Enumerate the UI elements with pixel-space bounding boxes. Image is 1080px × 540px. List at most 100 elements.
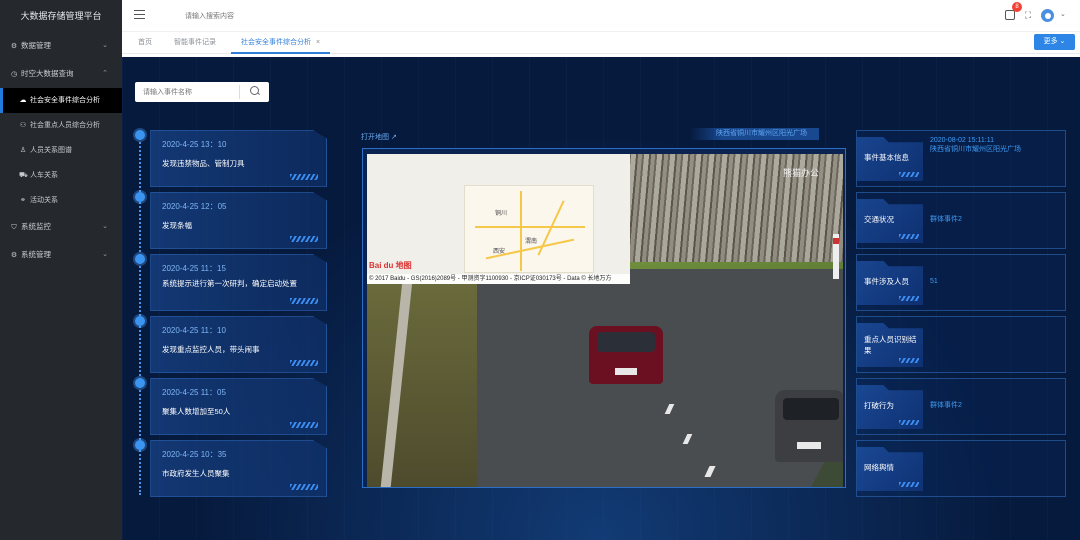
decor-stripes (290, 236, 318, 242)
sidebar: 大数据存储管理平台 ⚙ 数据管理 ⌄ ◷ 时空大数据查询 ⌃ ☁ 社会安全事件综合分析… (0, 0, 122, 540)
main-panel: 2020-4-25 13：10 发现违禁物品、管制刀具 2020-4-25 12… (122, 57, 1080, 540)
info-value: 群体事件2 (930, 216, 962, 223)
info-title: 事件基本信息 (864, 153, 909, 162)
sidebar-item-data-management[interactable]: ⚙ 数据管理 ⌄ (0, 32, 122, 60)
timeline-time: 2020-4-25 11：10 (162, 326, 226, 335)
more-button[interactable]: 更多 ⌄ (1034, 34, 1075, 50)
info-card-persons: 事件涉及人员 51 (856, 254, 1066, 311)
map-label: 西安 (493, 249, 506, 255)
decor-stripes (899, 296, 919, 301)
chevron-up-icon: ⌃ (102, 70, 108, 77)
sidebar-item-label: 时空大数据查询 (21, 69, 74, 78)
tab-event-records[interactable]: 智能事件记录 (174, 32, 216, 54)
sidebar-subitem-person-vehicle[interactable]: ⛟ 人车关系 (0, 163, 122, 188)
timeline-desc: 市政府发生人员聚集 (162, 469, 230, 478)
tab-security-event-analysis[interactable]: 社会安全事件综合分析 × (231, 32, 331, 54)
open-map-link[interactable]: 打开地图 ↗ (361, 132, 397, 142)
map-overlay[interactable]: 铜川 西安 渭南 Bai du 地图 © 2017 Baidu - GS(201… (367, 154, 630, 284)
gear-icon: ⚙ (10, 252, 18, 259)
info-title: 事件涉及人员 (864, 277, 909, 286)
tab-label: 社会安全事件综合分析 (241, 39, 311, 46)
decor-stripes (899, 358, 919, 363)
global-search-input[interactable] (185, 9, 365, 23)
info-title: 交通状况 (864, 215, 894, 224)
vehicle-grey (775, 390, 843, 462)
map-copyright: © 2017 Baidu - GS(2016)2089号 - 甲测资字11009… (367, 274, 630, 284)
external-link-icon: ↗ (390, 134, 397, 141)
sidebar-item-label: 活动关系 (30, 197, 58, 204)
chevron-down-icon[interactable]: ⌄ (1060, 10, 1066, 18)
sidebar-item-spatiotemporal-query[interactable]: ◷ 时空大数据查询 ⌃ (0, 60, 122, 88)
user-icon: ♙ (19, 147, 27, 154)
event-search (135, 82, 269, 102)
decor-stripes (290, 484, 318, 490)
cloud-icon: ☁ (19, 97, 27, 104)
timeline-card[interactable]: 2020-4-25 12：05 发现条幅 (150, 192, 327, 249)
map-label: 渭南 (525, 239, 538, 245)
sidebar-item-system-management[interactable]: ⚙ 系统管理 ⌄ (0, 241, 122, 269)
timeline-dot (135, 378, 145, 388)
link-icon: ⚭ (20, 197, 26, 204)
sidebar-subitem-key-person-analysis[interactable]: ⚇ 社会重点人员综合分析 (0, 113, 122, 138)
sidebar-item-label: 系统监控 (21, 222, 51, 231)
sidebar-subitem-security-event-analysis[interactable]: ☁ 社会安全事件综合分析 (0, 88, 122, 113)
info-card-behavior: 打破行为 群体事件2 (856, 378, 1066, 435)
license-plate (615, 368, 637, 375)
decor-stripes (290, 360, 318, 366)
more-label: 更多 (1043, 38, 1058, 45)
sidebar-subitem-relation-graph[interactable]: ♙ 人员关系图谱 (0, 138, 122, 163)
notification-icon[interactable] (1005, 10, 1015, 20)
notification-badge: 8 (1012, 2, 1022, 12)
decor-stripes (290, 422, 318, 428)
info-value-time: 2020-08-02 15:11:11 (930, 137, 994, 144)
timeline-desc: 发现重点监控人员，带头闹事 (162, 345, 260, 354)
timeline-card[interactable]: 2020-4-25 11：15 系统提示进行第一次研判，确定启动处置 (150, 254, 327, 311)
map-canvas[interactable]: 铜川 西安 渭南 (464, 185, 594, 273)
vehicle-window (783, 398, 839, 420)
watermark: 熊猫办公 (783, 168, 820, 178)
timeline-card[interactable]: 2020-4-25 11：10 发现重点监控人员，带头闹事 (150, 316, 327, 373)
timeline-card[interactable]: 2020-4-25 10：35 市政府发生人员聚集 (150, 440, 327, 497)
timeline-time: 2020-4-25 12：05 (162, 202, 227, 211)
sidebar-item-label: 系统管理 (21, 250, 51, 259)
sidebar-item-label: 社会安全事件综合分析 (30, 97, 100, 104)
timeline-dot (135, 440, 145, 450)
info-value: 2020-08-02 15:11:11 陕西省铜川市耀州区阳光广场 (930, 136, 1021, 154)
shield-icon: ⛉ (11, 224, 17, 231)
info-card-key-persons: 重点人员识别结果 (856, 316, 1066, 373)
info-card-traffic: 交通状况 群体事件2 (856, 192, 1066, 249)
sidebar-item-system-monitor[interactable]: ⛉ 系统监控 ⌄ (0, 213, 122, 241)
vehicle-red (589, 326, 663, 384)
menu-toggle-icon[interactable] (134, 10, 145, 19)
timeline-desc: 系统提示进行第一次研判，确定启动处置 (162, 279, 297, 288)
timeline-time: 2020-4-25 13：10 (162, 140, 227, 149)
map-road (537, 200, 565, 256)
timeline-dot (135, 192, 145, 202)
tab-home[interactable]: 首页 (138, 32, 152, 54)
decor-stripes (899, 172, 919, 177)
timeline-card[interactable]: 2020-4-25 13：10 发现违禁物品、管制刀具 (150, 130, 327, 187)
baidu-logo: Bai du 地图 (369, 261, 412, 270)
sidebar-subitem-activity-relation[interactable]: ⚭ 活动关系 (0, 188, 122, 213)
decor-stripes (290, 298, 318, 304)
timeline-card[interactable]: 2020-4-25 11：05 聚集人数增加至50人 (150, 378, 327, 435)
fullscreen-icon[interactable]: ⛶ (1023, 10, 1033, 20)
event-search-input[interactable] (143, 86, 238, 98)
surveillance-video[interactable]: 熊猫办公 铜川 西安 渭南 Bai du 地图 © 2017 Baidu - G… (367, 154, 843, 487)
info-title: 重点人员识别结果 (864, 335, 917, 355)
top-header: 8 ⛶ ⌄ (122, 0, 1080, 32)
decor-stripes (899, 234, 919, 239)
info-title: 网络舆情 (864, 463, 894, 472)
avatar[interactable] (1041, 9, 1054, 22)
timeline-desc: 发现违禁物品、管制刀具 (162, 159, 245, 168)
close-icon[interactable]: × (316, 39, 320, 46)
search-icon[interactable] (250, 86, 259, 95)
car-icon: ⛟ (19, 172, 28, 179)
timeline-desc: 聚集人数增加至50人 (162, 407, 231, 416)
sidebar-item-label: 社会重点人员综合分析 (30, 122, 100, 129)
sidebar-item-label: 人员关系图谱 (30, 147, 72, 154)
info-value: 群体事件2 (930, 402, 962, 409)
timeline-time: 2020-4-25 11：05 (162, 388, 226, 397)
map-road (520, 191, 522, 271)
info-value: 51 (930, 278, 938, 285)
